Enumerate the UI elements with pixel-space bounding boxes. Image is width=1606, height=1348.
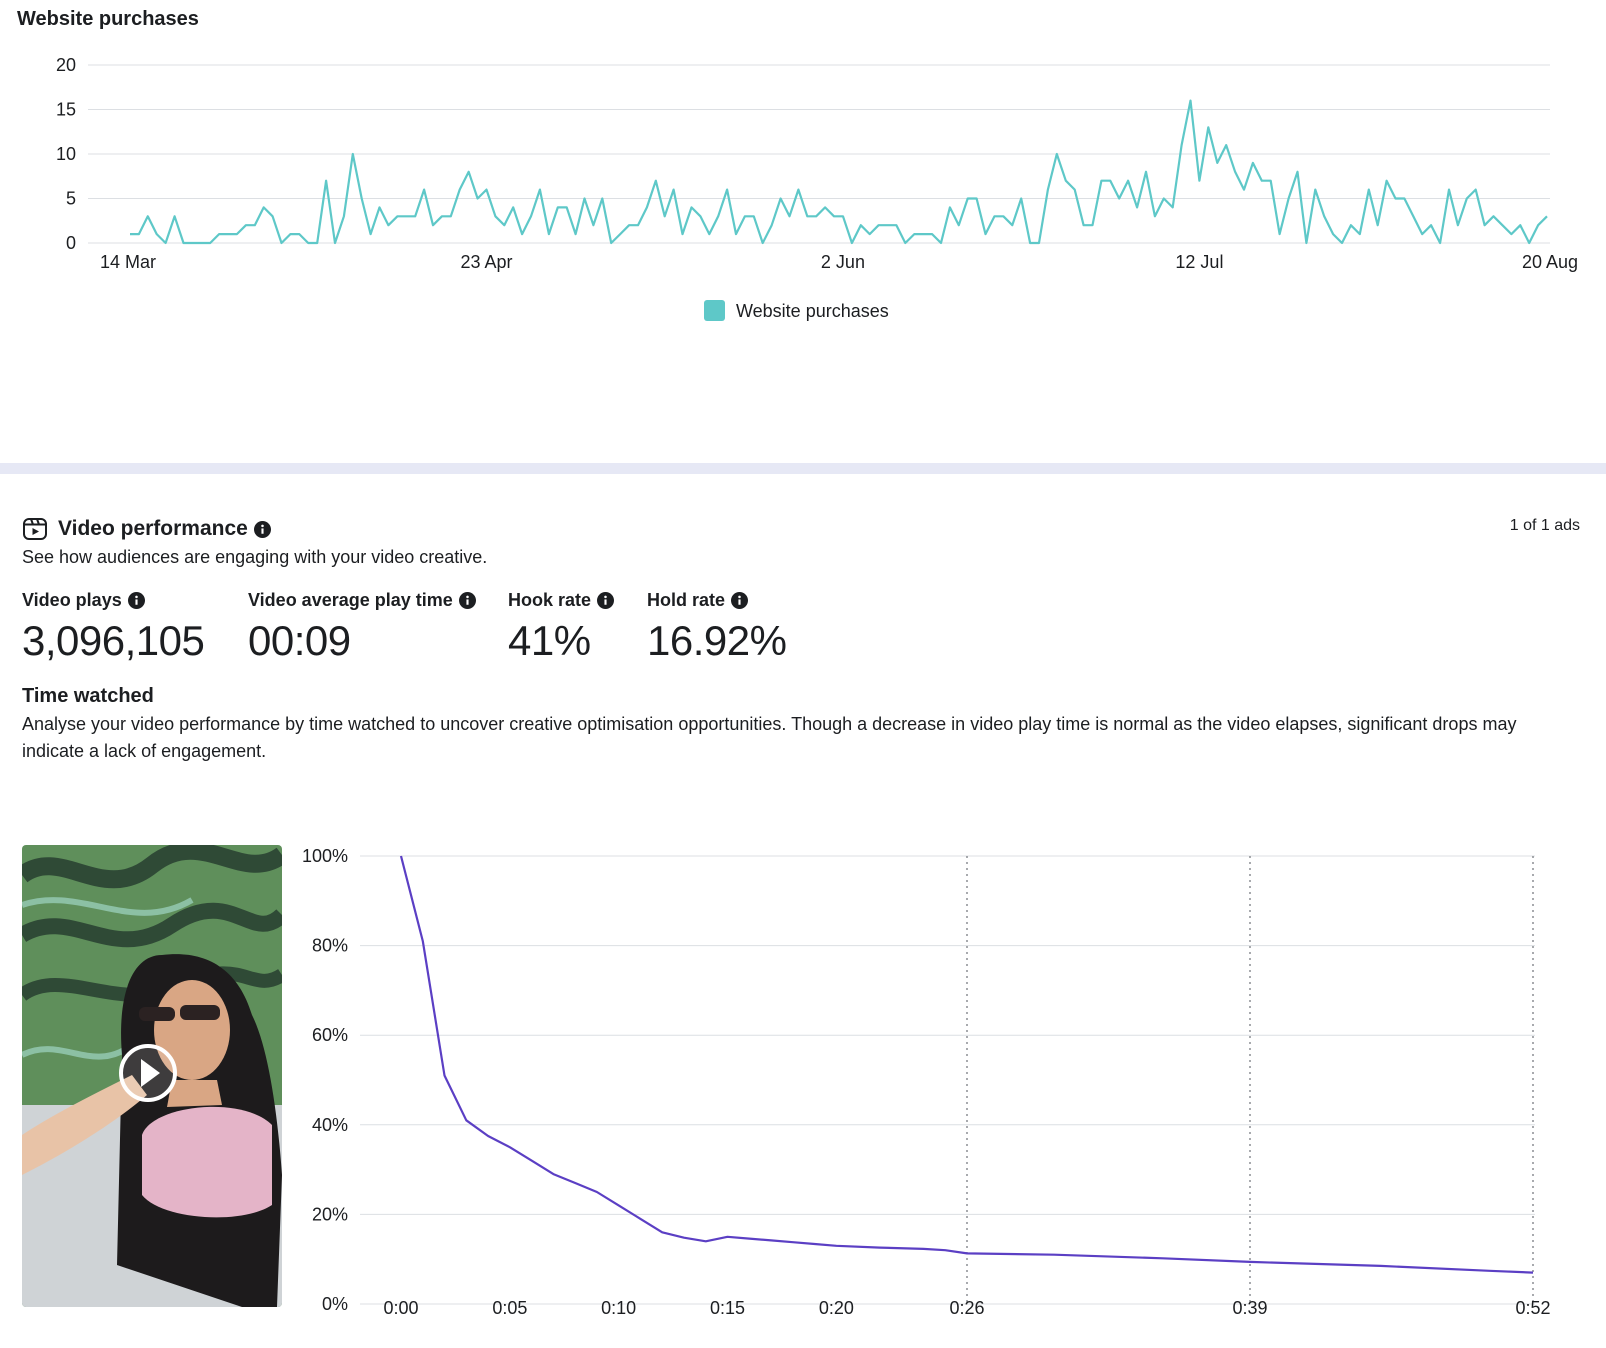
metric-hook-rate: Hook rate 41% — [508, 590, 615, 665]
y-tick-label: 80% — [312, 936, 348, 956]
metric-video-average-play-time: Video average play time 00:09 — [248, 590, 476, 665]
x-tick-label: 2 Jun — [821, 252, 865, 272]
x-tick-label: 0:39 — [1232, 1298, 1267, 1316]
info-icon[interactable] — [597, 592, 615, 609]
info-icon[interactable] — [458, 592, 476, 609]
legend-swatch — [704, 300, 725, 321]
x-tick-label: 14 Mar — [100, 252, 156, 272]
video-thumbnail[interactable] — [22, 845, 282, 1307]
video-thumbnail-image — [22, 845, 282, 1307]
metric-label: Video average play time — [248, 590, 453, 610]
metric-value: 16.92% — [647, 617, 787, 664]
x-tick-label: 0:10 — [601, 1298, 636, 1316]
x-tick-label: 0:20 — [819, 1298, 854, 1316]
y-tick-label: 20% — [312, 1204, 348, 1224]
x-tick-label: 12 Jul — [1175, 252, 1223, 272]
metric-hold-rate: Hold rate 16.92% — [647, 590, 787, 665]
series-line-website-purchases — [130, 99, 1548, 245]
y-tick-label: 15 — [56, 100, 76, 120]
x-tick-label: 0:15 — [710, 1298, 745, 1316]
metric-value: 00:09 — [248, 617, 351, 664]
purchases-chart-title: Website purchases — [17, 8, 199, 30]
metric-video-plays: Video plays 3,096,105 — [22, 590, 205, 665]
video-performance-header: Video performance — [22, 516, 271, 542]
metric-value: 41% — [508, 617, 591, 664]
x-tick-label: 20 Aug — [1522, 252, 1578, 272]
purchases-line-chart: 0 5 10 15 20 14 Mar 23 Apr 2 Jun 12 Jul 20 Aug Web… — [56, 55, 1578, 321]
x-tick-label: 23 Apr — [460, 252, 512, 272]
section-divider — [0, 463, 1606, 474]
x-tick-label: 0:00 — [383, 1298, 418, 1316]
info-icon[interactable] — [253, 520, 271, 538]
time-watched-line-chart: 0% 20% 40% 60% 80% 100% 0:00 0:05 0:10 0:15 0:20 0:… — [302, 846, 1550, 1316]
video-performance-title: Video performance — [58, 517, 248, 540]
info-icon[interactable] — [731, 592, 749, 609]
metric-label: Hook rate — [508, 590, 592, 610]
video-performance-subtitle: See how audiences are engaging with your… — [22, 547, 488, 567]
x-tick-label: 0:52 — [1515, 1298, 1550, 1316]
time-watched-title: Time watched — [22, 685, 154, 707]
y-tick-label: 0 — [66, 233, 76, 253]
y-tick-label: 5 — [66, 189, 76, 209]
legend-label: Website purchases — [736, 301, 889, 321]
time-watched-description: Analyse your video performance by time w… — [22, 714, 1517, 761]
metric-value: 3,096,105 — [22, 617, 205, 664]
ads-count-label: 1 of 1 ads — [1509, 517, 1580, 534]
metric-label: Video plays — [22, 590, 122, 610]
y-tick-label: 0% — [322, 1294, 348, 1314]
video-reel-icon — [23, 518, 47, 540]
y-tick-label: 60% — [312, 1025, 348, 1045]
y-tick-label: 40% — [312, 1115, 348, 1135]
info-icon[interactable] — [127, 592, 145, 609]
y-tick-label: 10 — [56, 144, 76, 164]
x-tick-label: 0:26 — [949, 1298, 984, 1316]
y-tick-label: 20 — [56, 55, 76, 75]
metric-label: Hold rate — [647, 590, 726, 610]
x-tick-label: 0:05 — [492, 1298, 527, 1316]
y-tick-label: 100% — [302, 846, 348, 866]
